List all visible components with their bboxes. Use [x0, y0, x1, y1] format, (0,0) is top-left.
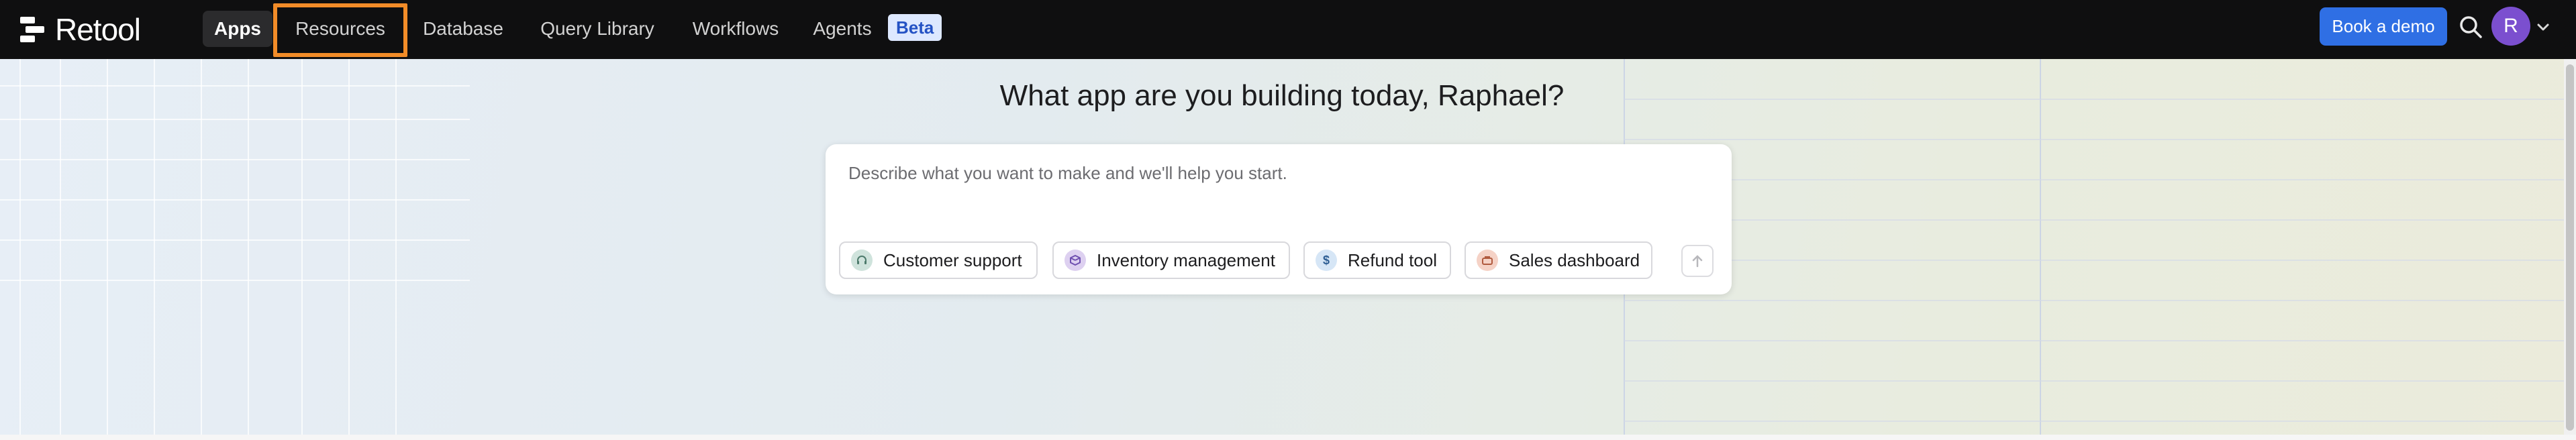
suggestion-customer-support[interactable]: Customer support: [839, 241, 1038, 279]
nav-query-library[interactable]: Query Library: [528, 11, 667, 47]
suggestion-label: Sales dashboard: [1509, 250, 1640, 270]
dollar-icon: $: [1316, 250, 1337, 271]
book-demo-button[interactable]: Book a demo: [2320, 7, 2447, 46]
retool-logo-icon: [20, 17, 44, 42]
nav-agents[interactable]: Agents: [804, 11, 881, 47]
arrow-up-icon: [1692, 255, 1703, 268]
suggestion-refund-tool[interactable]: $ Refund tool: [1303, 241, 1451, 279]
chevron-down-icon[interactable]: [2536, 20, 2550, 35]
headset-icon: [851, 250, 873, 271]
suggestion-label: Inventory management: [1097, 250, 1275, 270]
nav-workflows[interactable]: Workflows: [679, 11, 792, 47]
box-icon: [1064, 250, 1086, 271]
prompt-card: Customer support Inventory management $ …: [826, 144, 1732, 294]
retool-logo[interactable]: Retool: [20, 11, 141, 48]
nav-database[interactable]: Database: [411, 11, 515, 47]
suggestion-sales-dashboard[interactable]: Sales dashboard: [1465, 241, 1652, 279]
prompt-input[interactable]: [847, 159, 1655, 187]
scrollbar-thumb[interactable]: [2566, 64, 2574, 431]
nav-apps[interactable]: Apps: [203, 11, 273, 47]
suggestion-label: Refund tool: [1348, 250, 1437, 270]
suggestion-inventory-management[interactable]: Inventory management: [1052, 241, 1290, 279]
agents-beta-badge: Beta: [888, 14, 942, 41]
submit-button[interactable]: [1681, 245, 1714, 277]
resources-highlight-box: [273, 3, 407, 57]
briefcase-icon: [1477, 250, 1498, 271]
logo-text: Retool: [55, 12, 141, 47]
user-avatar[interactable]: R: [2491, 7, 2530, 46]
page-headline: What app are you building today, Raphael…: [999, 79, 1565, 112]
search-icon[interactable]: [2459, 15, 2483, 39]
bottom-edge: [0, 435, 2576, 440]
suggestion-label: Customer support: [883, 250, 1022, 270]
top-nav-bar: Retool Apps Resources Database Query Lib…: [0, 0, 2576, 59]
